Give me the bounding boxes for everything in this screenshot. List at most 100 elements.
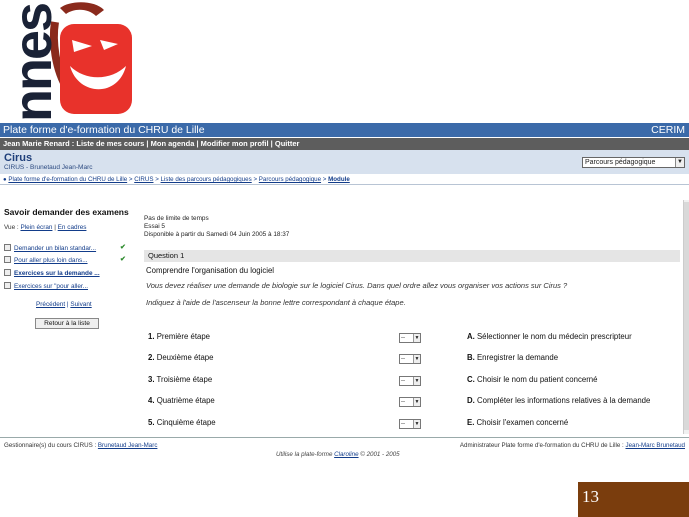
breadcrumb-current: Module: [328, 176, 350, 183]
view-fullscreen-link[interactable]: Plein écran: [20, 224, 52, 231]
option-1: A. Sélectionner le nom du médecin prescr…: [467, 332, 632, 341]
admin-link[interactable]: Jean-Marc Brunetaud: [625, 442, 685, 449]
module-item-1[interactable]: Demander un bilan standar...: [4, 244, 96, 252]
step-label-2: 2. Deuxième étape: [148, 353, 213, 362]
step-num: 3.: [148, 375, 155, 384]
select-value: --: [401, 335, 405, 341]
module-item-2[interactable]: Pour aller plus loin dans...: [4, 256, 88, 264]
question-instruction: Indiquez à l'aide de l'ascenseur la bonn…: [146, 298, 406, 307]
chevron-down-icon: ▼: [413, 355, 420, 363]
course-select-value: Parcours pédagogique: [585, 159, 656, 166]
module-item-label: Demander un bilan standar...: [14, 245, 97, 252]
option-letter: D.: [467, 396, 475, 405]
checkmark-icon: ✔: [120, 244, 126, 251]
breadcrumb-cirus[interactable]: CIRUS: [134, 176, 153, 183]
claroline-link[interactable]: Claroline: [334, 451, 358, 458]
credit-post: © 2001 - 2005: [360, 451, 400, 458]
step-num: 2.: [148, 353, 155, 362]
platform-title[interactable]: Plate forme d'e-formation du CHRU de Lil…: [3, 124, 205, 136]
manager-label: Gestionnaire(s) du cours CIRUS :: [4, 442, 97, 449]
step-label-4: 4. Quatrième étape: [148, 396, 215, 405]
module-item-4[interactable]: Exercices sur "pour aller...: [4, 282, 88, 290]
prev-next-nav: Précédent | Suivant: [36, 301, 92, 308]
breadcrumb-course[interactable]: Parcours pédagogique: [259, 176, 321, 183]
question-title: Comprendre l'organisation du logiciel: [146, 266, 275, 275]
content-scrollbar[interactable]: [683, 200, 689, 434]
answer-select-4[interactable]: -- ▼: [399, 397, 421, 407]
credit-pre: Utilise la plate-forme: [276, 451, 333, 458]
availability-date: Disponible à partir du Samedi 04 Juin 20…: [144, 231, 290, 238]
answer-select-2[interactable]: -- ▼: [399, 354, 421, 364]
option-text: Choisir le nom du patient concerné: [476, 375, 598, 384]
course-title[interactable]: Cirus: [4, 152, 32, 164]
option-3: C. Choisir le nom du patient concerné: [467, 375, 597, 384]
next-link[interactable]: Suivant: [70, 301, 91, 308]
chevron-down-icon: ▼: [413, 398, 420, 406]
admin-label: Administrateur Plate forme d'e-formation…: [459, 442, 624, 449]
view-frames-link[interactable]: En cadres: [58, 224, 87, 231]
question-header: Question 1: [144, 250, 680, 262]
scrollbar-thumb[interactable]: [684, 202, 689, 430]
step-text: Première étape: [156, 332, 210, 341]
back-to-list-button[interactable]: Retour à la liste: [35, 318, 99, 329]
previous-link[interactable]: Précédent: [36, 301, 65, 308]
option-text: Sélectionner le nom du médecin prescript…: [476, 332, 632, 341]
chevron-down-icon: ▼: [413, 377, 420, 385]
breadcrumb-platform[interactable]: Plate forme d'e-formation du CHRU de Lil…: [8, 176, 127, 183]
course-manager: Gestionnaire(s) du cours CIRUS : Bruneta…: [4, 442, 157, 449]
manager-link[interactable]: Brunetaud Jean-Marc: [98, 442, 158, 449]
attempt-count: Essai 5: [144, 223, 165, 230]
link-edit-profile[interactable]: Modifier mon profil: [201, 139, 269, 148]
module-item-label: Pour aller plus loin dans...: [14, 257, 88, 264]
option-5: E. Choisir l'examen concerné: [467, 418, 568, 427]
slide-number: 13: [578, 482, 689, 517]
module-title: Savoir demander des examens: [4, 207, 129, 217]
module-item-label: Exercices sur "pour aller...: [14, 283, 89, 290]
option-letter: C.: [467, 375, 475, 384]
brand-label[interactable]: CERIM: [651, 123, 685, 137]
select-value: --: [401, 356, 405, 362]
select-value: --: [401, 399, 405, 405]
link-course-list[interactable]: Liste de mes cours: [76, 139, 144, 148]
checkmark-icon: ✔: [120, 256, 126, 263]
answer-select-3[interactable]: -- ▼: [399, 376, 421, 386]
platform-admin: Administrateur Plate forme d'e-formation…: [460, 442, 685, 449]
footer-divider: [0, 437, 689, 438]
step-text: Cinquième étape: [156, 418, 216, 427]
exercise-info: Pas de limite de temps Essai 5 Disponibl…: [144, 215, 289, 239]
slide: nnes Plate forme d'e-formation du CHRU d…: [0, 0, 689, 517]
exercise-icon: [4, 269, 11, 276]
answer-select-5[interactable]: -- ▼: [399, 419, 421, 429]
link-quit[interactable]: Quitter: [275, 139, 300, 148]
platform-header: Plate forme d'e-formation du CHRU de Lil…: [0, 123, 689, 137]
logo-text: nnes: [3, 3, 63, 122]
answer-select-1[interactable]: -- ▼: [399, 333, 421, 343]
option-text: Enregistrer la demande: [476, 353, 559, 362]
module-sidebar: Savoir demander des examens Vue : Plein …: [0, 185, 134, 435]
step-text: Troisième étape: [156, 375, 213, 384]
module-item-3[interactable]: Exercices sur la demande ...: [4, 269, 100, 277]
document-icon: [4, 256, 11, 263]
course-subtitle[interactable]: CIRUS - Brunetaud Jean-Marc: [4, 164, 93, 171]
course-section-select[interactable]: Parcours pédagogique ▼: [582, 157, 685, 168]
chevron-down-icon: ▼: [413, 334, 420, 342]
link-agenda[interactable]: Mon agenda: [151, 139, 195, 148]
view-switch: Vue : Plein écran | En cadres: [4, 224, 87, 231]
option-text: Compléter les informations relatives à l…: [476, 396, 651, 405]
breadcrumb-course-list[interactable]: Liste des parcours pédagogiques: [161, 176, 252, 183]
select-value: --: [401, 378, 405, 384]
university-logo: nnes: [0, 0, 140, 125]
step-text: Deuxième étape: [156, 353, 214, 362]
select-value: --: [401, 421, 405, 427]
chevron-down-icon: ▼: [675, 158, 684, 167]
option-letter: A.: [467, 332, 475, 341]
step-label-1: 1. Première étape: [148, 332, 210, 341]
option-text: Choisir l'examen concerné: [476, 418, 569, 427]
exercise-icon: [4, 282, 11, 289]
option-4: D. Compléter les informations relatives …: [467, 396, 650, 405]
breadcrumb-bullet-icon: ●: [3, 177, 7, 183]
course-bar: Cirus CIRUS - Brunetaud Jean-Marc Parcou…: [0, 150, 689, 174]
module-item-label: Exercices sur la demande ...: [14, 270, 100, 277]
step-text: Quatrième étape: [156, 396, 215, 405]
step-label-3: 3. Troisième étape: [148, 375, 212, 384]
